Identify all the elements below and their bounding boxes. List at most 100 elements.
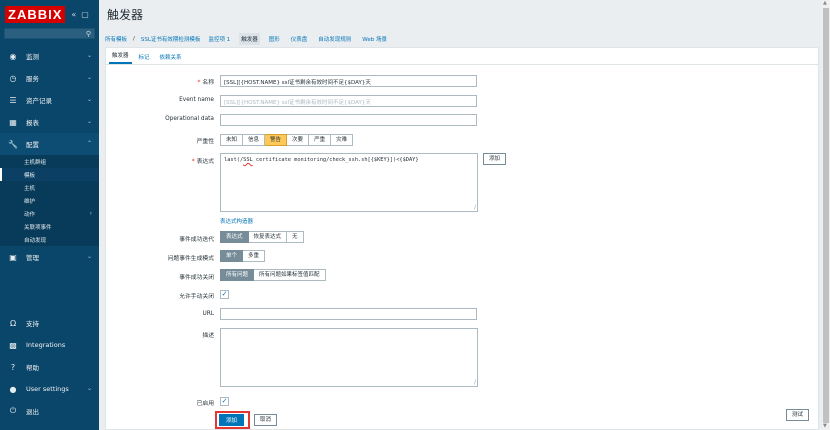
submenu-host-groups[interactable]: 主机群组	[0, 155, 99, 168]
power-icon: ⏻	[9, 406, 17, 415]
menu-item-label: 监测	[26, 53, 39, 61]
menu-item-administration[interactable]: ▣ 管理 ⌄	[0, 246, 99, 268]
cancel-button[interactable]: 取消	[254, 414, 278, 426]
expression-textarea[interactable]: last(/SSL certificate monitoring/check_s…	[220, 153, 478, 212]
ok-close-all-problems[interactable]: 所有问题	[220, 269, 255, 281]
collapse-sidebar-icon[interactable]: «	[71, 10, 76, 19]
menu-item-label: 退出	[26, 408, 39, 416]
tab-web-scenarios[interactable]: Web 场景	[360, 33, 389, 45]
menu-item-label: 资产记录	[26, 97, 52, 105]
problem-mode-multiple[interactable]: 多重	[243, 250, 266, 262]
menu-item-inventory[interactable]: ☰ 资产记录 ⌄	[0, 89, 99, 111]
severity-average[interactable]: 次要	[287, 134, 310, 146]
severity-high[interactable]: 严重	[309, 134, 332, 146]
ok-event-none[interactable]: 无	[287, 231, 304, 243]
eye-icon: ◉	[9, 51, 17, 61]
page-scrollbar[interactable]: ▲ ▼	[822, 0, 830, 430]
submenu-actions-label: 动作	[24, 211, 36, 218]
menu-item-sign-out[interactable]: ⏻ 退出	[0, 400, 99, 422]
scroll-down-icon[interactable]: ▼	[823, 423, 827, 429]
trigger-form: 触发器 标记 依赖关系 * 名称 [SSL][{HOST.NAME} ssl证书剩…	[105, 47, 819, 430]
sidebar-search-input[interactable]: ⚲	[4, 28, 95, 39]
menu-item-services[interactable]: ◷ 服务 ⌄	[0, 67, 99, 89]
operational-data-input[interactable]	[220, 114, 477, 126]
menu-item-monitoring[interactable]: ◉ 监测 ⌄	[0, 45, 99, 67]
resize-grip-icon[interactable]: ∕	[474, 204, 476, 211]
allow-manual-close-checkbox[interactable]: ✓	[220, 290, 229, 299]
severity-warning[interactable]: 警告	[265, 134, 288, 146]
zabbix-logo[interactable]: ZABBIX	[5, 5, 66, 23]
ok-event-recovery-expression[interactable]: 恢复表达式	[248, 231, 288, 243]
add-button[interactable]: 添加	[219, 414, 245, 426]
subtab-trigger[interactable]: 触发器	[109, 51, 132, 64]
subtab-dependencies[interactable]: 依赖关系	[157, 53, 185, 64]
tab-discovery-rules[interactable]: 自动发现规则	[316, 33, 353, 45]
ok-event-generation-label: 事件成功迭代	[179, 237, 214, 243]
chevron-up-icon: ⌃	[86, 140, 92, 147]
integrations-icon: ▩	[9, 340, 17, 350]
url-label: URL	[202, 311, 214, 317]
enabled-label: 已启用	[196, 401, 214, 407]
name-input[interactable]: [SSL][{HOST.NAME} ssl证书剩余有效时间不足{$DAY}天	[220, 75, 477, 87]
test-button[interactable]: 测试	[786, 409, 810, 421]
tab-graphs[interactable]: 图形	[267, 33, 282, 45]
submenu-event-correlation[interactable]: 关联项事件	[0, 220, 99, 233]
severity-not-classified[interactable]: 未知	[220, 134, 244, 146]
main-content: 触发器 所有模板 / SSL证书有效期检测模板 监控项 1 触发器 图形 仪表盘…	[99, 0, 830, 430]
template-navigation: 所有模板 / SSL证书有效期检测模板 监控项 1 触发器 图形 仪表盘 自动发…	[105, 32, 815, 46]
submenu-discovery[interactable]: 自动发现	[0, 233, 99, 246]
description-textarea[interactable]: ∕	[220, 328, 478, 387]
menu-item-configuration[interactable]: 🔧 配置 ⌃	[0, 133, 99, 155]
search-icon[interactable]: ⚲	[86, 30, 91, 38]
bottom-menu: Ω 支持 ▩ Integrations ? 帮助 ● User settings…	[0, 312, 99, 422]
severity-selector: 未知 信息 警告 次要 严重 灾难	[220, 134, 354, 146]
submenu-actions[interactable]: 动作 ›	[0, 207, 99, 220]
menu-item-support[interactable]: Ω 支持	[0, 312, 99, 334]
menu-item-label: 帮助	[26, 364, 39, 372]
menu-item-reports[interactable]: ▦ 报表 ⌄	[0, 111, 99, 133]
expression-spellcheck-word: SSL	[243, 157, 253, 163]
subtab-tags[interactable]: 标记	[136, 53, 153, 64]
chevron-down-icon: ⌄	[86, 74, 92, 81]
breadcrumb-template[interactable]: SSL证书有效期检测模板	[141, 35, 201, 43]
severity-disaster[interactable]: 灾难	[331, 134, 354, 146]
ok-event-expression[interactable]: 表达式	[220, 231, 249, 243]
admin-icon: ▣	[9, 252, 17, 262]
menu-item-help[interactable]: ? 帮助	[0, 356, 99, 378]
operational-data-label: Operational data	[165, 116, 214, 122]
menu-item-integrations[interactable]: ▩ Integrations	[0, 334, 99, 356]
name-label-text: 名称	[202, 80, 214, 86]
url-input[interactable]	[220, 308, 477, 320]
severity-information[interactable]: 信息	[243, 134, 266, 146]
required-marker: *	[191, 159, 195, 165]
severity-label: 严重性	[196, 139, 214, 145]
breadcrumb-all-templates[interactable]: 所有模板	[105, 35, 127, 43]
expression-label: * 表达式	[106, 156, 214, 165]
submenu-templates[interactable]: 模板	[0, 168, 99, 181]
name-label: * 名称	[106, 77, 214, 86]
configuration-submenu: 主机群组 模板 主机 维护 动作 › 关联项事件 自动发现	[0, 155, 99, 246]
tab-items[interactable]: 监控项 1	[206, 33, 232, 45]
menu-item-label: 管理	[26, 254, 39, 262]
submenu-maintenance[interactable]: 维护	[0, 194, 99, 207]
scroll-up-icon[interactable]: ▲	[823, 0, 827, 6]
expression-constructor-link[interactable]: 表达式构造器	[220, 217, 253, 225]
ok-close-tag-match[interactable]: 所有问题如果标签值匹配	[254, 269, 326, 281]
submenu-hosts[interactable]: 主机	[0, 181, 99, 194]
problem-mode-single[interactable]: 单个	[220, 250, 244, 262]
menu-item-user-settings[interactable]: ● User settings ⌄	[0, 378, 99, 400]
event-name-input[interactable]: [SSL][{HOST.NAME} ssl证书剩余有效时间不足{$DAY}天	[220, 95, 477, 107]
tab-dashboards[interactable]: 仪表盘	[289, 33, 310, 45]
resize-grip-icon[interactable]: ∕	[474, 379, 476, 386]
user-icon: ●	[9, 384, 17, 394]
wrench-icon: 🔧	[8, 139, 18, 149]
scrollbar-thumb[interactable]	[823, 8, 829, 423]
kiosk-mode-icon[interactable]: ▢	[81, 10, 89, 19]
chevron-down-icon: ⌄	[86, 253, 92, 260]
enabled-checkbox[interactable]: ✓	[220, 397, 229, 406]
expression-add-button[interactable]: 添加	[483, 153, 507, 165]
chevron-right-icon: ›	[89, 210, 92, 217]
chevron-down-icon: ⌄	[86, 118, 92, 125]
breadcrumb-separator: /	[133, 36, 135, 42]
tab-triggers[interactable]: 触发器	[239, 33, 260, 45]
